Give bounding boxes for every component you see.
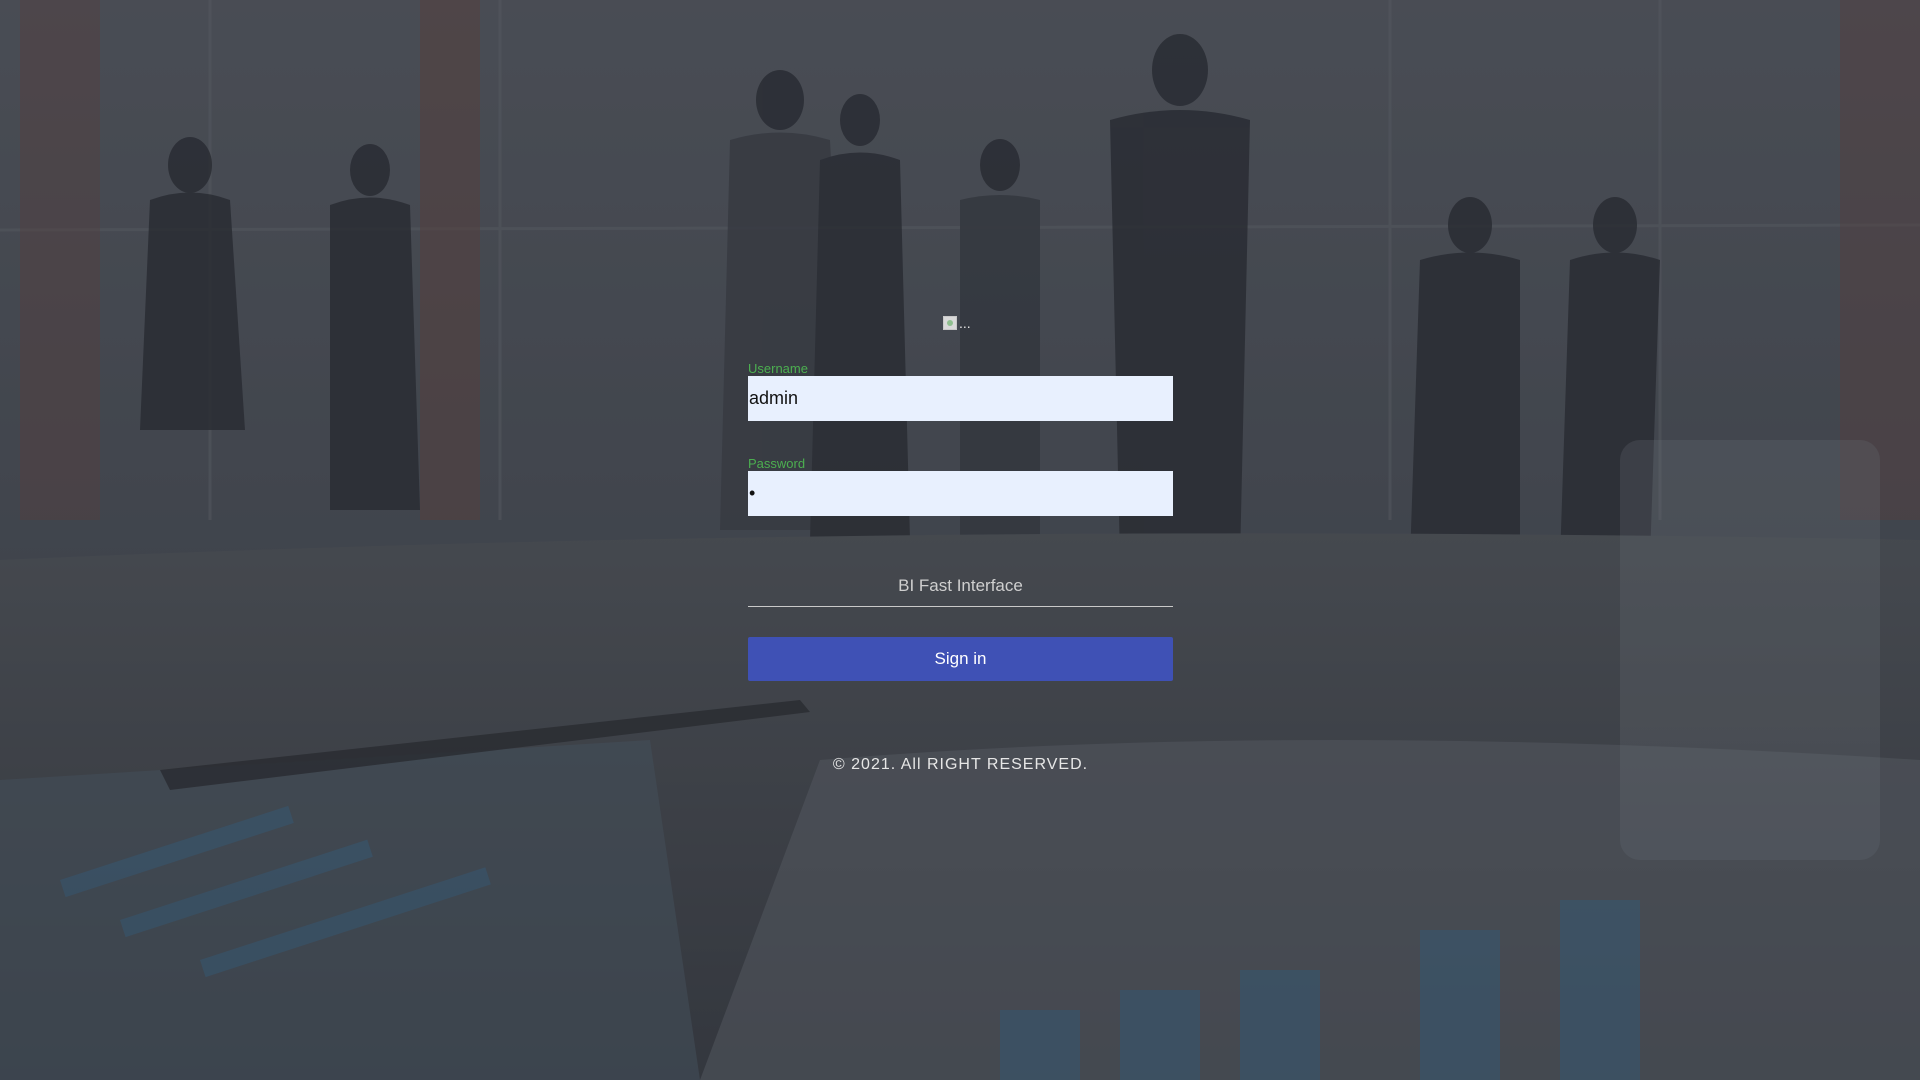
logo-alt-text: ... [959, 315, 971, 331]
password-label: Password [748, 456, 806, 471]
copyright-text: © 2021. All RIGHT RESERVED. [832, 756, 1089, 773]
password-input[interactable] [748, 471, 1173, 516]
sign-in-button[interactable]: Sign in [748, 637, 1173, 681]
logo-image: ... [943, 313, 983, 333]
background-dim-overlay [0, 0, 1920, 1080]
password-group: Password [748, 456, 1173, 516]
interface-select-value: BI Fast Interface [898, 576, 1023, 595]
username-label: Username [748, 361, 808, 376]
broken-image-icon [943, 316, 957, 330]
username-input[interactable] [748, 376, 1173, 421]
interface-select[interactable]: BI Fast Interface [748, 566, 1173, 607]
username-group: Username [748, 361, 1173, 421]
